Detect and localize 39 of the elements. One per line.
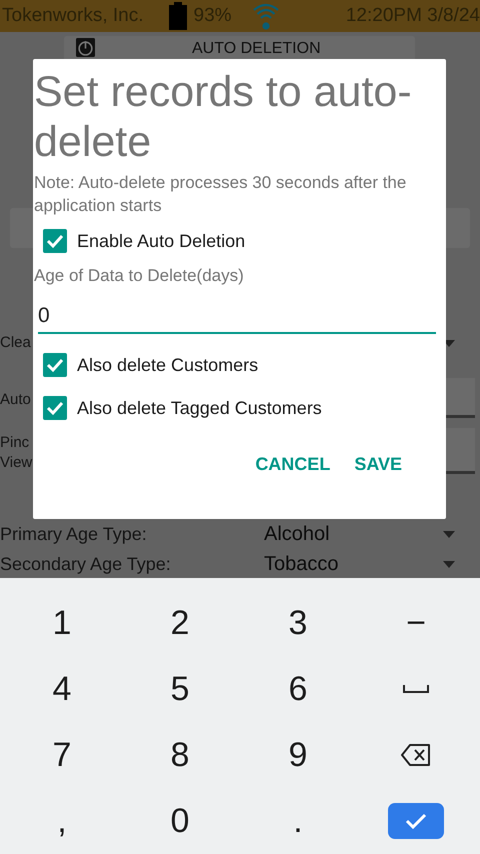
backspace-icon[interactable]	[401, 744, 431, 766]
keyboard-key[interactable]: 7	[52, 736, 72, 774]
keyboard-key[interactable]: 9	[288, 736, 308, 774]
checkbox-label[interactable]: Also delete Customers	[77, 354, 258, 376]
space-key-icon[interactable]	[403, 684, 429, 694]
keyboard-key[interactable]: .	[293, 802, 303, 840]
keyboard-key[interactable]: 0	[170, 802, 190, 840]
keyboard-key[interactable]: 4	[52, 670, 72, 708]
note-text: Note: Auto-delete processes 30 seconds after the application starts	[34, 172, 408, 217]
keyboard-key[interactable]: 5	[170, 670, 190, 708]
setting-label: Auto	[0, 390, 31, 410]
keyboard-key[interactable]: −	[406, 604, 426, 642]
save-button[interactable]: SAVE	[346, 448, 410, 481]
checkbox[interactable]	[43, 229, 67, 253]
setting-label: Primary Age Type:	[0, 524, 147, 544]
keyboard-key[interactable]: 1	[52, 604, 72, 642]
battery-icon	[168, 2, 188, 30]
keyboard-key[interactable]: 2	[170, 604, 190, 642]
checkbox-label[interactable]: Also delete Tagged Customers	[77, 398, 322, 418]
setting-label: Clea	[0, 333, 31, 353]
setting-label: Secondary Age Type:	[0, 554, 171, 574]
days-input-field[interactable]: 0	[38, 304, 436, 334]
keyboard-key[interactable]: 6	[288, 670, 308, 708]
done-key-icon[interactable]	[388, 803, 444, 839]
checkbox-label[interactable]: Enable Auto Deletion	[77, 230, 246, 252]
dialog-title: Set records to auto-delete	[34, 67, 413, 167]
wifi-icon	[252, 2, 280, 30]
cancel-button[interactable]: CANCEL	[247, 448, 338, 481]
keyboard-key[interactable]: 8	[170, 736, 190, 774]
keyboard-key[interactable]: 3	[288, 604, 308, 642]
setting-label: Pinc	[0, 433, 30, 453]
keyboard-key[interactable]: ,	[57, 802, 67, 840]
setting-label: View	[0, 453, 32, 473]
input-field[interactable]	[445, 428, 475, 474]
checkbox[interactable]	[43, 353, 67, 377]
power-icon	[76, 38, 95, 57]
field-label: Age of Data to Delete(days)	[34, 266, 245, 286]
input-field[interactable]	[445, 378, 475, 418]
checkbox[interactable]	[43, 396, 67, 420]
